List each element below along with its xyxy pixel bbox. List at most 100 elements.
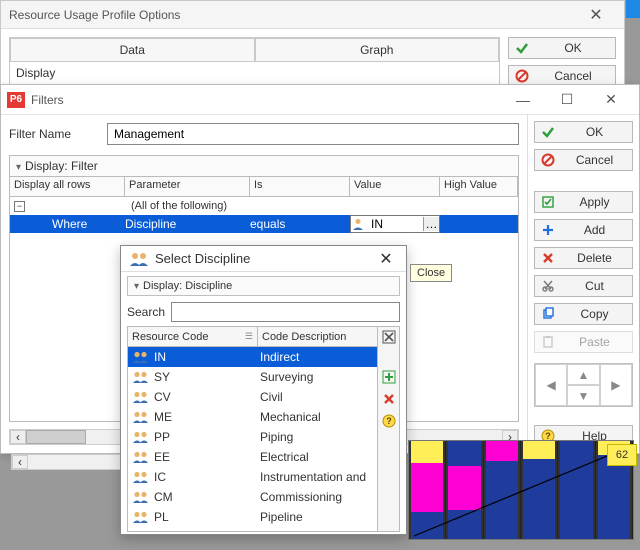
col-resource-code[interactable]: Resource Code ☰ (128, 327, 258, 346)
resource-code: CV (154, 390, 171, 404)
resource-code: IC (154, 470, 166, 484)
code-description: Civil (258, 390, 377, 404)
copy-button[interactable]: Copy (534, 303, 633, 325)
people-icon (132, 450, 150, 464)
code-description: Electrical (258, 450, 377, 464)
select-discipline-dialog: Select Discipline ✕ Display: Discipline … (120, 245, 407, 535)
code-description: Indirect (258, 350, 377, 364)
list-item[interactable]: PLPipeline (128, 507, 377, 527)
filters-side-panel: OK Cancel Apply Add Delete Cut (527, 115, 639, 453)
chevron-down-icon (16, 159, 21, 173)
filter-condition-row[interactable]: Where Discipline equals IN … (10, 215, 518, 233)
delete-button[interactable]: Delete (534, 247, 633, 269)
people-icon (132, 350, 150, 364)
list-item[interactable]: PP Piping (128, 427, 377, 447)
remove-item-icon[interactable] (379, 389, 399, 409)
filters-titlebar: P6 Filters — ☐ ✕ (1, 85, 639, 115)
add-item-icon[interactable] (379, 367, 399, 387)
help-item-icon[interactable]: ? (379, 411, 399, 431)
nav-down-icon[interactable]: ▼ (567, 385, 599, 406)
scroll-thumb[interactable] (26, 430, 86, 444)
where-cell: Where (10, 217, 125, 231)
cancel-icon (515, 69, 529, 83)
filter-name-input[interactable] (107, 123, 519, 145)
tab-data[interactable]: Data (10, 38, 255, 62)
filters-grid-header: Display all rows Parameter Is Value High… (9, 177, 519, 197)
people-icon (132, 370, 150, 384)
col-high-value[interactable]: High Value (440, 177, 518, 196)
resource-usage-profile-options-window: Resource Usage Profile Options ✕ Data Gr… (0, 0, 625, 95)
list-item[interactable]: ICInstrumentation and (128, 467, 377, 487)
p6-badge-icon: P6 (7, 92, 25, 108)
col-code-description[interactable]: Code Description (258, 327, 377, 346)
minimize-icon[interactable]: — (501, 86, 545, 114)
plus-icon (541, 223, 555, 237)
list-item[interactable]: IN Indirect (128, 347, 377, 367)
people-icon (129, 251, 149, 267)
filters-group-row[interactable]: − (All of the following) (10, 197, 518, 215)
list-item[interactable]: EEElectrical (128, 447, 377, 467)
people-icon (132, 510, 150, 524)
filters-title: Filters (31, 93, 501, 107)
list-item[interactable]: ME Mechanical (128, 407, 377, 427)
code-description: Surveying (258, 370, 377, 384)
display-discipline-bar[interactable]: Display: Discipline (127, 276, 400, 296)
resource-code: SY (154, 370, 170, 384)
people-icon (132, 390, 150, 404)
copy-icon (541, 307, 555, 321)
right-edge-strip (626, 0, 640, 18)
value-cell[interactable]: IN … (350, 215, 440, 233)
cancel-button[interactable]: Cancel (534, 149, 633, 171)
delete-icon (541, 251, 555, 265)
close-icon[interactable]: ✕ (589, 86, 633, 114)
sort-indicator-icon: ☰ (245, 331, 253, 342)
nav-right-icon[interactable]: ▶ (600, 364, 632, 406)
nav-left-icon[interactable]: ◀ (535, 364, 567, 406)
list-item[interactable]: CMCommissioning (128, 487, 377, 507)
collapse-icon[interactable]: − (14, 201, 25, 212)
maximize-icon[interactable]: ☐ (545, 86, 589, 114)
col-is[interactable]: Is (250, 177, 350, 196)
select-list-header: Resource Code ☰ Code Description (128, 327, 377, 347)
col-value[interactable]: Value (350, 177, 440, 196)
scroll-left-icon[interactable]: ‹ (10, 430, 26, 444)
list-item[interactable]: CV Civil (128, 387, 377, 407)
search-input[interactable] (171, 302, 400, 322)
scroll-left-icon: ‹ (12, 455, 28, 469)
people-icon (132, 430, 150, 444)
col-display-all-rows[interactable]: Display all rows (10, 177, 125, 196)
nav-up-icon[interactable]: ▲ (567, 364, 599, 385)
col-parameter[interactable]: Parameter (125, 177, 250, 196)
cut-button[interactable]: Cut (534, 275, 633, 297)
cancel-icon (541, 153, 555, 167)
filter-name-label: Filter Name (9, 127, 99, 141)
value-picker-button[interactable]: … (423, 217, 439, 231)
display-filter-bar[interactable]: Display: Filter (9, 155, 519, 177)
add-button[interactable]: Add (534, 219, 633, 241)
code-description: Pipeline (258, 510, 377, 524)
people-icon (132, 490, 150, 504)
parameter-cell: Discipline (125, 217, 250, 231)
list-item[interactable]: SY Surveying (128, 367, 377, 387)
close-picker-icon[interactable] (379, 327, 399, 347)
display-label: Display (10, 62, 499, 84)
ok-button[interactable]: OK (534, 121, 633, 143)
code-description: Commissioning (258, 490, 377, 504)
close-icon[interactable]: ✕ (374, 249, 398, 269)
apply-icon (541, 195, 555, 209)
bgwin-titlebar: Resource Usage Profile Options ✕ (1, 1, 624, 29)
bgwin-title: Resource Usage Profile Options (9, 8, 576, 22)
close-icon[interactable]: ✕ (576, 3, 616, 27)
code-description: Mechanical (258, 410, 377, 424)
bgwin-tabs: Data Graph Display (9, 37, 500, 85)
chevron-down-icon (134, 280, 139, 292)
resource-code: PP (154, 430, 170, 444)
value-badge: 62 (607, 444, 637, 466)
resource-code: IN (154, 350, 166, 364)
apply-button[interactable]: Apply (534, 191, 633, 213)
nav-cluster: ◀ ▲ ▼ ▶ (534, 363, 633, 407)
resource-code: ME (154, 410, 172, 424)
ok-button-bg[interactable]: OK (508, 37, 616, 59)
code-description: Piping (258, 430, 377, 444)
tab-graph[interactable]: Graph (255, 38, 500, 62)
